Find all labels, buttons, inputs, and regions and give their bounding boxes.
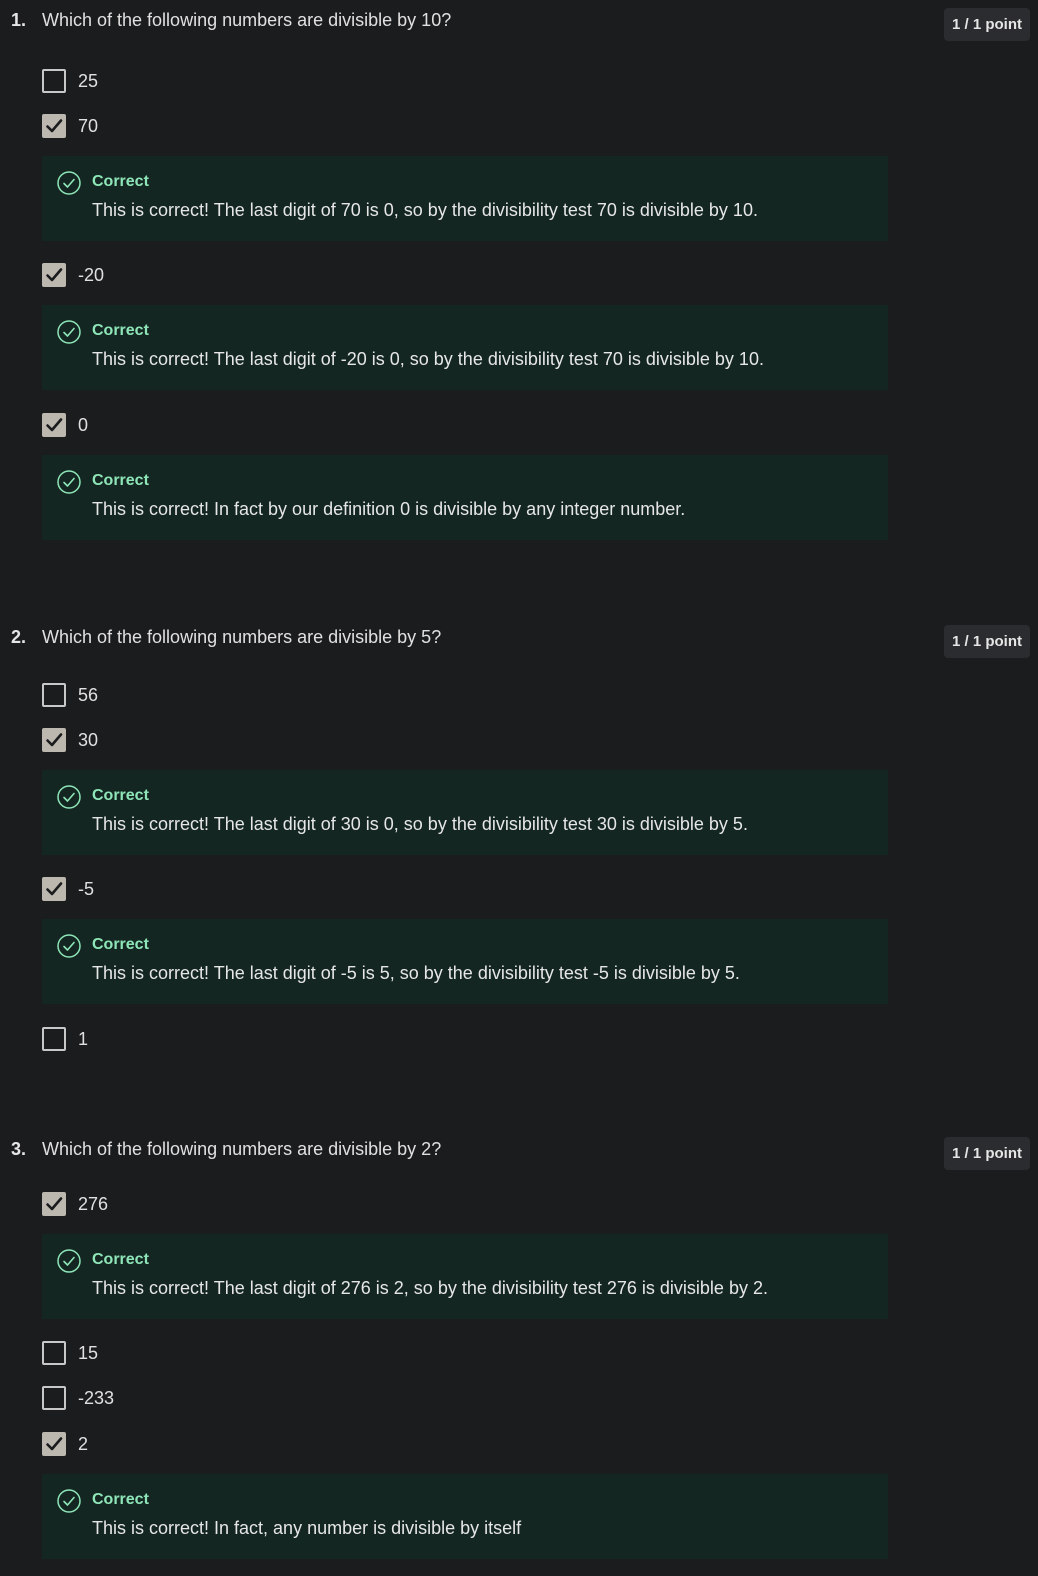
check-circle-icon — [57, 1249, 81, 1273]
checkbox-checked[interactable] — [42, 413, 66, 437]
checkbox-unchecked[interactable] — [42, 1386, 66, 1410]
feedback-title: Correct — [92, 472, 149, 489]
checkbox-checked[interactable] — [42, 114, 66, 138]
option-label: 70 — [78, 116, 99, 136]
feedback-text: This is correct! The last digit of 70 is… — [92, 200, 758, 220]
question-header: 3. Which of the following numbers are di… — [0, 1129, 1038, 1175]
check-circle-icon — [57, 320, 81, 344]
points-badge: 1 / 1 point — [944, 625, 1030, 658]
checkmark-icon — [46, 1437, 63, 1451]
feedback-title: Correct — [92, 787, 149, 804]
option-label: -5 — [78, 879, 95, 899]
option-label: 276 — [78, 1194, 109, 1214]
feedback-text: This is correct! In fact, any number is … — [92, 1518, 522, 1538]
option-label: 2 — [78, 1434, 89, 1454]
checkmark-icon — [46, 119, 63, 133]
question-header: 2. Which of the following numbers are di… — [0, 617, 1038, 663]
option-checkbox-2[interactable]: 2 — [42, 1432, 642, 1456]
option-label: -20 — [78, 265, 105, 285]
checkbox-checked[interactable] — [42, 263, 66, 287]
feedback-title: Correct — [92, 1251, 149, 1268]
question-header: 1. Which of the following numbers are di… — [0, 0, 1038, 46]
check-circle-icon — [57, 1489, 81, 1513]
option-checkbox-neg5[interactable]: -5 — [42, 877, 642, 901]
question-text: Which of the following numbers are divis… — [42, 627, 442, 647]
checkbox-checked[interactable] — [42, 1192, 66, 1216]
option-checkbox-30[interactable]: 30 — [42, 728, 642, 752]
feedback-title: Correct — [92, 173, 149, 190]
question-number: 2. — [11, 627, 27, 647]
checkbox-unchecked[interactable] — [42, 1341, 66, 1365]
option-checkbox-56[interactable]: 56 — [42, 683, 642, 707]
feedback-correct: Correct This is correct! The last digit … — [42, 305, 888, 390]
option-checkbox-276[interactable]: 276 — [42, 1192, 642, 1216]
checkbox-checked[interactable] — [42, 728, 66, 752]
checkbox-unchecked[interactable] — [42, 1027, 66, 1051]
question-text: Which of the following numbers are divis… — [42, 10, 452, 30]
points-badge: 1 / 1 point — [944, 8, 1030, 41]
question-text: Which of the following numbers are divis… — [42, 1139, 442, 1159]
feedback-text: This is correct! In fact by our definiti… — [92, 499, 686, 519]
feedback-text: This is correct! The last digit of -5 is… — [92, 963, 740, 983]
check-circle-icon — [57, 934, 81, 958]
feedback-correct: Correct This is correct! In fact, any nu… — [42, 1474, 888, 1559]
feedback-title: Correct — [92, 936, 149, 953]
feedback-text: This is correct! The last digit of 30 is… — [92, 814, 748, 834]
feedback-title: Correct — [92, 322, 149, 339]
feedback-correct: Correct This is correct! The last digit … — [42, 1234, 888, 1319]
checkmark-icon — [46, 268, 63, 282]
feedback-correct: Correct This is correct! In fact by our … — [42, 455, 888, 540]
feedback-correct: Correct This is correct! The last digit … — [42, 770, 888, 855]
option-checkbox-neg233[interactable]: -233 — [42, 1386, 642, 1410]
feedback-text: This is correct! The last digit of -20 i… — [92, 349, 764, 369]
option-label: 0 — [78, 415, 89, 435]
option-label: 30 — [78, 730, 99, 750]
question-number: 3. — [11, 1139, 27, 1159]
checkbox-unchecked[interactable] — [42, 69, 66, 93]
checkmark-icon — [46, 882, 63, 896]
option-checkbox-70[interactable]: 70 — [42, 114, 642, 138]
option-checkbox-0[interactable]: 0 — [42, 413, 642, 437]
checkmark-icon — [46, 1197, 63, 1211]
checkbox-checked[interactable] — [42, 877, 66, 901]
option-label: 25 — [78, 71, 99, 91]
checkbox-unchecked[interactable] — [42, 683, 66, 707]
checkbox-checked[interactable] — [42, 1432, 66, 1456]
option-label: 1 — [78, 1029, 89, 1049]
feedback-correct: Correct This is correct! The last digit … — [42, 156, 888, 241]
option-checkbox-1[interactable]: 1 — [42, 1027, 642, 1051]
option-label: 15 — [78, 1343, 99, 1363]
option-checkbox-15[interactable]: 15 — [42, 1341, 642, 1365]
feedback-text: This is correct! The last digit of 276 i… — [92, 1278, 768, 1298]
feedback-title: Correct — [92, 1491, 149, 1508]
check-circle-icon — [57, 785, 81, 809]
option-checkbox-neg20[interactable]: -20 — [42, 263, 642, 287]
question-number: 1. — [11, 10, 27, 30]
points-badge: 1 / 1 point — [944, 1137, 1030, 1170]
option-label: 56 — [78, 685, 99, 705]
option-label: -233 — [78, 1388, 115, 1408]
check-circle-icon — [57, 171, 81, 195]
checkmark-icon — [46, 418, 63, 432]
check-circle-icon — [57, 470, 81, 494]
checkmark-icon — [46, 733, 63, 747]
feedback-correct: Correct This is correct! The last digit … — [42, 919, 888, 1004]
option-checkbox-25[interactable]: 25 — [42, 69, 642, 93]
